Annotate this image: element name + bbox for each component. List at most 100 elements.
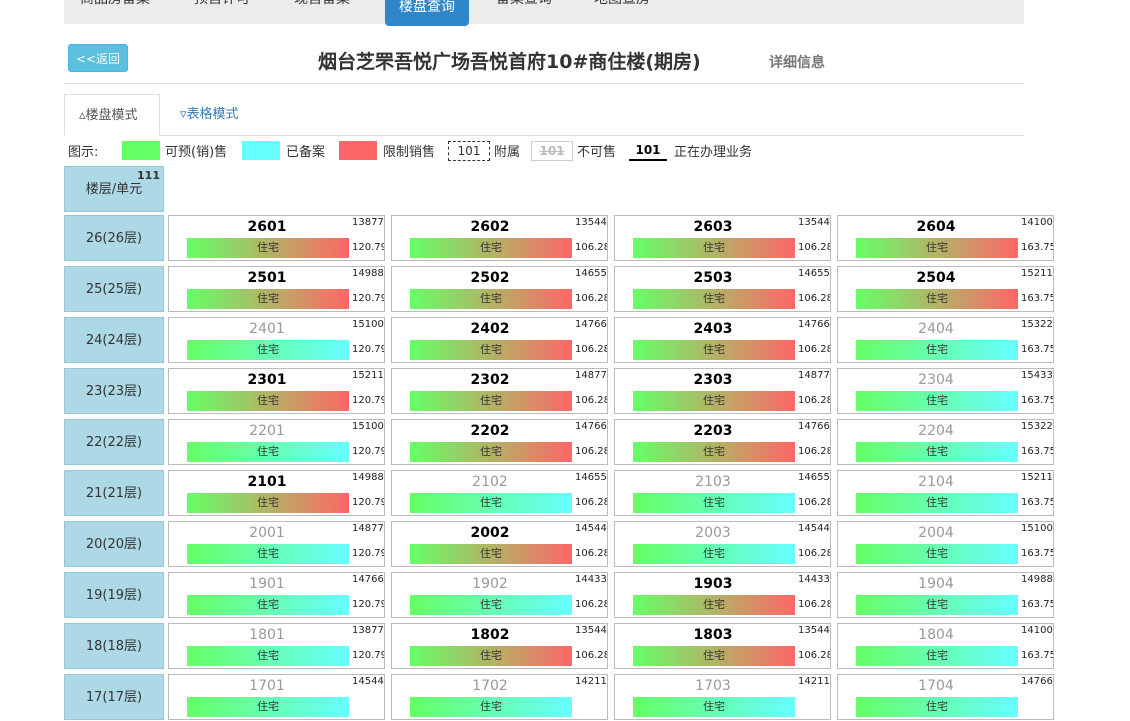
legend-text-available: 可预(销)售 bbox=[165, 145, 228, 160]
unit-area: 120.79 bbox=[352, 599, 385, 610]
unit-number[interactable]: 2604 bbox=[838, 218, 1034, 236]
unit-area: 106.28 bbox=[798, 395, 831, 406]
back-button[interactable]: <<返回 bbox=[68, 44, 128, 72]
unit-number[interactable]: 2102 bbox=[392, 473, 588, 491]
unit-number[interactable]: 2201 bbox=[169, 422, 365, 440]
unit-price: 14100.0 bbox=[1021, 217, 1053, 228]
unit-number[interactable]: 2004 bbox=[838, 524, 1034, 542]
unit-number[interactable]: 1904 bbox=[838, 575, 1034, 593]
unit-number[interactable]: 2202 bbox=[392, 422, 588, 440]
unit-cell[interactable]: 2304 15433.3 住宅 163.75 bbox=[837, 368, 1054, 414]
unit-cell[interactable]: 2601 13877.78 住宅 120.79 bbox=[168, 215, 385, 261]
tab-building-mode[interactable]: ▵楼盘模式 bbox=[64, 94, 160, 136]
unit-cell[interactable]: 2504 15211.1 住宅 163.75 bbox=[837, 266, 1054, 312]
unit-number[interactable]: 1702 bbox=[392, 677, 588, 695]
unit-price: 14433.33 bbox=[798, 574, 830, 585]
unit-cell[interactable]: 2303 14877.78 住宅 106.28 bbox=[614, 368, 831, 414]
unit-cell[interactable]: 2402 14766.66 住宅 106.28 bbox=[391, 317, 608, 363]
unit-cell[interactable]: 2301 15211.11 住宅 120.79 bbox=[168, 368, 385, 414]
unit-cell[interactable]: 2404 15322.2 住宅 163.75 bbox=[837, 317, 1054, 363]
unit-cell[interactable]: 2604 14100.0 住宅 163.75 bbox=[837, 215, 1054, 261]
unit-cell[interactable]: 2503 14655.55 住宅 106.28 bbox=[614, 266, 831, 312]
tab-table-mode[interactable]: ▿表格模式 bbox=[166, 94, 253, 136]
unit-number[interactable]: 2602 bbox=[392, 218, 588, 236]
unit-number[interactable]: 1703 bbox=[615, 677, 811, 695]
unit-cell[interactable]: 1702 14211.11 住宅 bbox=[391, 674, 608, 720]
unit-cell[interactable]: 2501 14988.89 住宅 120.79 bbox=[168, 266, 385, 312]
unit-number[interactable]: 2304 bbox=[838, 371, 1034, 389]
unit-usage-bar: 住宅 bbox=[856, 493, 1018, 513]
unit-number[interactable]: 2502 bbox=[392, 269, 588, 287]
unit-number[interactable]: 1704 bbox=[838, 677, 1034, 695]
unit-cell[interactable]: 1804 14100.0 住宅 163.75 bbox=[837, 623, 1054, 669]
unit-cell[interactable]: 2101 14988.89 住宅 120.79 bbox=[168, 470, 385, 516]
nav-tab-filing-query[interactable]: 备案查询 bbox=[496, 0, 552, 18]
unit-number[interactable]: 2003 bbox=[615, 524, 811, 542]
unit-cell[interactable]: 1701 14544.44 住宅 bbox=[168, 674, 385, 720]
nav-tab-commercial-filing[interactable]: 商品房备案 bbox=[80, 0, 150, 18]
unit-cell[interactable]: 2603 13544.44 住宅 106.28 bbox=[614, 215, 831, 261]
unit-number[interactable]: 2104 bbox=[838, 473, 1034, 491]
unit-number[interactable]: 2303 bbox=[615, 371, 811, 389]
unit-number[interactable]: 2503 bbox=[615, 269, 811, 287]
unit-cell[interactable]: 2202 14766.66 住宅 106.28 bbox=[391, 419, 608, 465]
unit-number[interactable]: 2302 bbox=[392, 371, 588, 389]
unit-cell[interactable]: 1803 13544.44 住宅 106.28 bbox=[614, 623, 831, 669]
unit-cell[interactable]: 1903 14433.33 住宅 106.28 bbox=[614, 572, 831, 618]
unit-cell[interactable]: 2003 14544.44 住宅 106.28 bbox=[614, 521, 831, 567]
unit-number[interactable]: 1801 bbox=[169, 626, 365, 644]
unit-number[interactable]: 2002 bbox=[392, 524, 588, 542]
unit-number[interactable]: 1802 bbox=[392, 626, 588, 644]
unit-area: 106.28 bbox=[798, 650, 831, 661]
unit-cell[interactable]: 2401 15100 住宅 120.79 bbox=[168, 317, 385, 363]
unit-cell[interactable]: 2502 14655.55 住宅 106.28 bbox=[391, 266, 608, 312]
unit-cell[interactable]: 1802 13544.44 住宅 106.28 bbox=[391, 623, 608, 669]
unit-number[interactable]: 2501 bbox=[169, 269, 365, 287]
nav-tab-spot-filing[interactable]: 现售备案 bbox=[294, 0, 350, 18]
unit-number[interactable]: 2101 bbox=[169, 473, 365, 491]
unit-number[interactable]: 2403 bbox=[615, 320, 811, 338]
unit-number[interactable]: 2204 bbox=[838, 422, 1034, 440]
nav-tab-map-search[interactable]: 地图查房 bbox=[594, 0, 650, 18]
unit-cell[interactable]: 2201 15100 住宅 120.79 bbox=[168, 419, 385, 465]
nav-tab-presale-permit[interactable]: 预售许可 bbox=[194, 0, 250, 18]
unit-number[interactable]: 2402 bbox=[392, 320, 588, 338]
unit-number[interactable]: 2603 bbox=[615, 218, 811, 236]
unit-number[interactable]: 1902 bbox=[392, 575, 588, 593]
unit-cell[interactable]: 2001 14877.78 住宅 120.79 bbox=[168, 521, 385, 567]
unit-number[interactable]: 2504 bbox=[838, 269, 1034, 287]
unit-number[interactable]: 2001 bbox=[169, 524, 365, 542]
unit-cell[interactable]: 2204 15322.2 住宅 163.75 bbox=[837, 419, 1054, 465]
unit-cell[interactable]: 1704 14766.6 住宅 bbox=[837, 674, 1054, 720]
unit-number[interactable]: 1901 bbox=[169, 575, 365, 593]
unit-usage-bar: 住宅 bbox=[410, 442, 572, 462]
unit-cell[interactable]: 2002 14544.44 住宅 106.28 bbox=[391, 521, 608, 567]
unit-number[interactable]: 2301 bbox=[169, 371, 365, 389]
unit-price: 13544.44 bbox=[575, 217, 607, 228]
unit-cell[interactable]: 1902 14433.33 住宅 106.28 bbox=[391, 572, 608, 618]
unit-number[interactable]: 2401 bbox=[169, 320, 365, 338]
unit-cell[interactable]: 1904 14988.8 住宅 163.75 bbox=[837, 572, 1054, 618]
unit-cell[interactable]: 2203 14766.66 住宅 106.28 bbox=[614, 419, 831, 465]
unit-cell[interactable]: 2102 14655.55 住宅 106.28 bbox=[391, 470, 608, 516]
unit-number[interactable]: 1903 bbox=[615, 575, 811, 593]
unit-number[interactable]: 1804 bbox=[838, 626, 1034, 644]
unit-cell[interactable]: 1801 13877.78 住宅 120.79 bbox=[168, 623, 385, 669]
unit-cell[interactable]: 2004 15100.0 住宅 163.75 bbox=[837, 521, 1054, 567]
unit-cell[interactable]: 2104 15211.1 住宅 163.75 bbox=[837, 470, 1054, 516]
unit-cell[interactable]: 2602 13544.44 住宅 106.28 bbox=[391, 215, 608, 261]
unit-cell[interactable]: 2302 14877.78 住宅 106.28 bbox=[391, 368, 608, 414]
nav-tab-building-query[interactable]: 楼盘查询 bbox=[385, 0, 469, 26]
unit-cell[interactable]: 2103 14655.55 住宅 106.28 bbox=[614, 470, 831, 516]
unit-number[interactable]: 2203 bbox=[615, 422, 811, 440]
unit-cell[interactable]: 1703 14211.11 住宅 bbox=[614, 674, 831, 720]
unit-number[interactable]: 2103 bbox=[615, 473, 811, 491]
unit-usage-bar: 住宅 bbox=[633, 442, 795, 462]
unit-number[interactable]: 1701 bbox=[169, 677, 365, 695]
unit-cell[interactable]: 2403 14766.66 住宅 106.28 bbox=[614, 317, 831, 363]
unit-number[interactable]: 2601 bbox=[169, 218, 365, 236]
unit-cell[interactable]: 1901 14766.67 住宅 120.79 bbox=[168, 572, 385, 618]
floor-header: 20(20层) bbox=[64, 521, 164, 567]
unit-number[interactable]: 1803 bbox=[615, 626, 811, 644]
unit-number[interactable]: 2404 bbox=[838, 320, 1034, 338]
